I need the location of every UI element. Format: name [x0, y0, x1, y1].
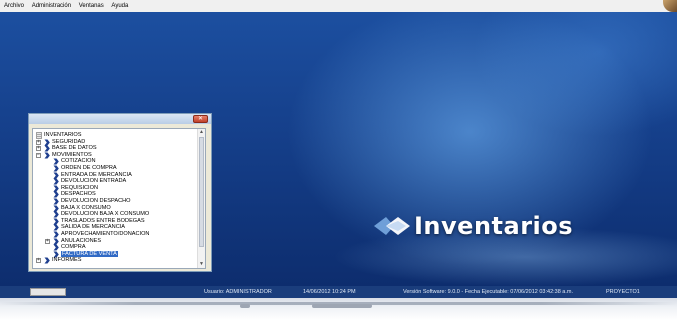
- reflection-mark: [312, 304, 372, 308]
- expand-icon[interactable]: +: [36, 139, 41, 145]
- scroll-down-icon[interactable]: ▼: [199, 261, 204, 267]
- menu-ventanas[interactable]: Ventanas: [77, 0, 106, 12]
- tree-item-label: SALIDA DE MERCANCIA: [61, 224, 126, 231]
- tree-item-label: BAJA X CONSUMO: [61, 204, 111, 211]
- tree-item-label: SEGURIDAD: [52, 138, 86, 145]
- tree-item-label: INVENTARIOS: [44, 132, 82, 138]
- expand-icon[interactable]: +: [36, 258, 41, 264]
- close-button[interactable]: ✕: [193, 115, 208, 123]
- tree-item-label: COMPRA: [61, 244, 86, 251]
- brand-title: Inventarios: [414, 212, 574, 240]
- navigation-tree[interactable]: ▲ ▼ −INVENTARIOS+SEGURIDAD+BASE DE DATOS…: [32, 128, 206, 269]
- tree-item-label: FACTURA DE VENTA: [61, 250, 118, 257]
- tree-scrollbar[interactable]: ▲ ▼: [197, 129, 205, 268]
- scroll-thumb[interactable]: [199, 137, 204, 247]
- tree-item-label: COTIZACION: [61, 158, 96, 165]
- status-project: PROYECTO1: [606, 289, 640, 295]
- tree-item-label: ORDEN DE COMPRA: [61, 165, 117, 171]
- navigation-tree-window: ✕ ▲ ▼ −INVENTARIOS+SEGURIDAD+BASE DE DAT…: [28, 113, 212, 272]
- tree-item-label: APROVECHAMIENTO/DONACION: [61, 231, 150, 237]
- collapse-icon[interactable]: −: [32, 133, 33, 138]
- menu-archivo[interactable]: Archivo: [2, 0, 26, 12]
- collapse-icon[interactable]: −: [36, 152, 41, 158]
- chevron-right-icon: [44, 152, 50, 159]
- menu-ayuda[interactable]: Ayuda: [109, 0, 130, 12]
- status-empty-panel: [30, 288, 66, 296]
- tree-item-label: INFORMES: [52, 257, 82, 264]
- tree-item-label: DESPACHOS: [61, 191, 96, 198]
- expand-icon[interactable]: +: [36, 146, 41, 152]
- status-datetime: 14/06/2012 10:24 PM: [303, 289, 356, 295]
- tree-window-titlebar[interactable]: ✕: [29, 114, 211, 124]
- tree-item-label: DEVOLUCION ENTRADA: [61, 178, 127, 185]
- status-bar: Usuario: ADMINISTRADOR 14/06/2012 10:24 …: [0, 286, 677, 298]
- tree-item-label: TRASLADOS ENTRE BODEGAS: [61, 217, 145, 224]
- close-icon: ✕: [197, 116, 204, 122]
- tree-item[interactable]: INFORMES: [44, 257, 82, 264]
- chevron-right-icon: [44, 257, 50, 264]
- tree-item-label: ENTRADA DE MERCANCIA: [61, 171, 132, 178]
- tree-item-label: ANULACIONES: [61, 237, 102, 244]
- reflection-mark: [240, 304, 250, 308]
- status-user: Usuario: ADMINISTRADOR: [204, 289, 272, 295]
- menu-bar: Archivo Administración Ventanas Ayuda: [0, 0, 677, 12]
- expand-icon[interactable]: +: [45, 238, 50, 244]
- inventarios-logo-icon: [374, 217, 410, 235]
- database-icon: [36, 132, 42, 139]
- status-version: Versión Software: 9.0.0 - Fecha Ejecutab…: [403, 289, 573, 295]
- brand-logo-group: Inventarios: [372, 211, 573, 241]
- tree-item-label: DEVOLUCION BAJA X CONSUMO: [61, 211, 150, 218]
- tree-item-label: MOVIMIENTOS: [52, 151, 92, 158]
- application-window: Archivo Administración Ventanas Ayuda In…: [0, 0, 677, 300]
- menu-administracion[interactable]: Administración: [30, 0, 73, 12]
- tree-item-label: BASE DE DATOS: [52, 145, 97, 152]
- tree-item-label: REQUISICION: [61, 184, 98, 191]
- scroll-up-icon[interactable]: ▲: [199, 129, 204, 135]
- tree-item-label: DEVOLUCION DESPACHO: [61, 198, 131, 204]
